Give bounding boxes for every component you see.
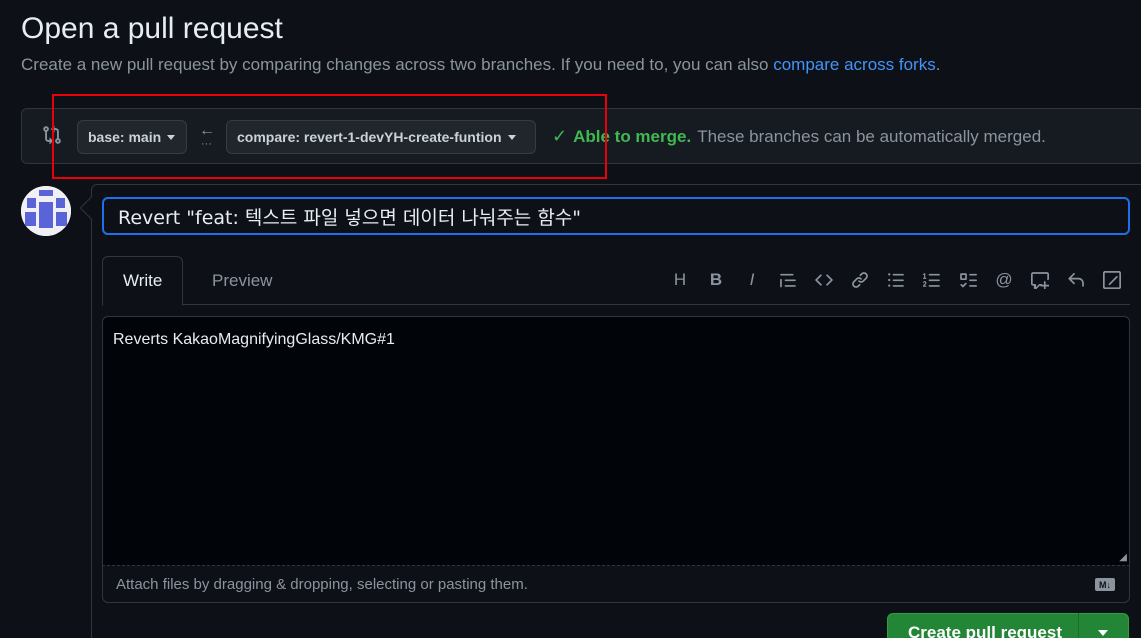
create-pull-request-label: Create pull request — [908, 623, 1062, 638]
markdown-icon[interactable]: M↓ — [1095, 578, 1115, 591]
ordered-list-icon[interactable] — [914, 268, 950, 292]
mention-icon[interactable]: @ — [986, 268, 1022, 292]
unordered-list-icon[interactable] — [878, 268, 914, 292]
task-list-icon[interactable] — [950, 268, 986, 292]
editor-tabs: Write Preview H B I @ — [102, 256, 1130, 306]
markdown-toolbar: H B I @ — [662, 268, 1130, 292]
chevron-down-icon — [507, 134, 516, 140]
subtitle-end: . — [935, 55, 941, 74]
undo-icon[interactable] — [1058, 268, 1094, 292]
subtitle-text: Create a new pull request by comparing c… — [21, 55, 774, 74]
slash-command-icon[interactable] — [1094, 268, 1130, 292]
avatar[interactable] — [21, 186, 71, 236]
file-attachment-bar[interactable]: Attach files by dragging & dropping, sel… — [102, 565, 1130, 603]
chevron-down-icon — [167, 134, 176, 140]
quote-icon[interactable] — [770, 268, 806, 292]
bold-icon[interactable]: B — [698, 268, 734, 292]
code-icon[interactable] — [806, 268, 842, 292]
heading-icon[interactable]: H — [662, 268, 698, 292]
page-subtitle: Create a new pull request by comparing c… — [21, 55, 940, 75]
pr-body-textarea[interactable]: Reverts KakaoMagnifyingGlass/KMG#1 ◢ — [102, 316, 1130, 566]
able-to-merge-label: Able to merge. — [573, 126, 692, 146]
resize-handle-icon[interactable]: ◢ — [1119, 552, 1127, 563]
link-icon[interactable] — [842, 268, 878, 292]
base-branch-select[interactable]: base: main — [77, 120, 187, 154]
git-compare-icon — [42, 125, 62, 145]
pr-body-value: Reverts KakaoMagnifyingGlass/KMG#1 — [113, 331, 395, 348]
branch-range-editor: base: main ← ··· compare: revert-1-devYH… — [21, 108, 1141, 164]
pr-title-value: Revert "feat: 텍스트 파일 넣으면 데이터 나눠주는 함수" — [118, 206, 582, 229]
italic-icon[interactable]: I — [734, 268, 770, 292]
merge-status-text: These branches can be automatically merg… — [697, 126, 1046, 146]
ellipsis-icon: ··· — [201, 138, 212, 150]
check-icon: ✓ — [552, 126, 568, 146]
attach-text: Attach files by dragging & dropping, sel… — [116, 575, 528, 593]
compare-across-forks-link[interactable]: compare across forks — [773, 55, 936, 74]
compare-branch-select[interactable]: compare: revert-1-devYH-create-funtion — [226, 120, 536, 154]
page-title: Open a pull request — [21, 12, 283, 45]
create-options-dropdown[interactable] — [1079, 613, 1128, 638]
tab-preview[interactable]: Preview — [192, 256, 292, 305]
tab-write[interactable]: Write — [102, 256, 184, 306]
merge-status: ✓ Able to merge. These branches can be a… — [552, 126, 1046, 147]
create-pull-request-button[interactable]: Create pull request — [887, 613, 1129, 638]
pr-title-input[interactable]: Revert "feat: 텍스트 파일 넣으면 데이터 나눠주는 함수" — [102, 197, 1130, 235]
base-branch-label: base: main — [88, 129, 162, 145]
chevron-down-icon — [1098, 630, 1109, 636]
reference-icon[interactable] — [1022, 268, 1058, 292]
compare-branch-label: compare: revert-1-devYH-create-funtion — [237, 129, 502, 145]
